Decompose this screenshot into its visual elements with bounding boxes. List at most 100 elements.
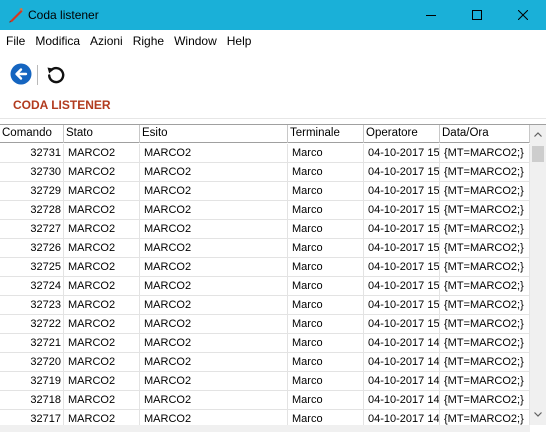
menu-righe[interactable]: Righe [133, 34, 164, 48]
menu-help[interactable]: Help [227, 34, 252, 48]
cell-operatore: 04-10-2017 15 [364, 163, 440, 182]
cell-esito: MARCO2 [140, 144, 288, 163]
table-row[interactable]: 32727 MARCO2 MARCO2 Marco 04-10-2017 15 {MT=M… [0, 220, 530, 239]
cell-terminale: Marco [288, 277, 364, 296]
header-stato[interactable]: Stato [64, 125, 140, 143]
cell-data-ora: {MT=MARCO2;} [440, 182, 530, 201]
table-row[interactable]: 32730 MARCO2 MARCO2 Marco 04-10-2017 15 {MT=M… [0, 163, 530, 182]
cell-terminale: Marco [288, 163, 364, 182]
header-data-ora[interactable]: Data/Ora [440, 125, 530, 143]
cell-data-ora: {MT=MARCO2;} [440, 296, 530, 315]
cell-comando: 32731 [0, 144, 64, 163]
toolbar [0, 51, 546, 91]
header-operatore[interactable]: Operatore [364, 125, 440, 143]
table-row[interactable]: 32724 MARCO2 MARCO2 Marco 04-10-2017 15 {MT=M… [0, 277, 530, 296]
table-row[interactable]: 32731 MARCO2 MARCO2 Marco 04-10-2017 15 {MT=M… [0, 144, 530, 163]
cell-terminale: Marco [288, 258, 364, 277]
table-row[interactable]: 32728 MARCO2 MARCO2 Marco 04-10-2017 15 {MT=M… [0, 201, 530, 220]
cell-comando: 32725 [0, 258, 64, 277]
cell-esito: MARCO2 [140, 258, 288, 277]
cell-stato: MARCO2 [64, 163, 140, 182]
app-icon [9, 8, 23, 23]
cell-terminale: Marco [288, 334, 364, 353]
cell-stato: MARCO2 [64, 334, 140, 353]
header-terminale[interactable]: Terminale [288, 125, 364, 143]
cell-operatore: 04-10-2017 15 [364, 201, 440, 220]
scroll-down-button[interactable] [530, 405, 546, 423]
table-row[interactable]: 32720 MARCO2 MARCO2 Marco 04-10-2017 14 {MT=M… [0, 353, 530, 372]
cell-data-ora: {MT=MARCO2;} [440, 372, 530, 391]
menu-azioni[interactable]: Azioni [90, 34, 123, 48]
cell-data-ora: {MT=MARCO2;} [440, 315, 530, 334]
cell-operatore: 04-10-2017 15 [364, 220, 440, 239]
cell-stato: MARCO2 [64, 315, 140, 334]
vertical-scrollbar[interactable] [530, 125, 546, 425]
cell-terminale: Marco [288, 220, 364, 239]
cell-operatore: 04-10-2017 14 [364, 372, 440, 391]
cell-data-ora: {MT=MARCO2;} [440, 353, 530, 372]
table-row[interactable]: 32719 MARCO2 MARCO2 Marco 04-10-2017 14 {MT=M… [0, 372, 530, 391]
cell-stato: MARCO2 [64, 372, 140, 391]
refresh-icon[interactable] [45, 63, 67, 85]
cell-esito: MARCO2 [140, 315, 288, 334]
table-row[interactable]: 32726 MARCO2 MARCO2 Marco 04-10-2017 15 {MT=M… [0, 239, 530, 258]
close-icon [518, 10, 528, 20]
cell-operatore: 04-10-2017 14 [364, 334, 440, 353]
cell-stato: MARCO2 [64, 277, 140, 296]
scroll-up-button[interactable] [530, 125, 546, 143]
cell-stato: MARCO2 [64, 353, 140, 372]
maximize-button[interactable] [454, 0, 500, 30]
menu-modifica[interactable]: Modifica [35, 34, 80, 48]
cell-operatore: 04-10-2017 15 [364, 182, 440, 201]
cell-operatore: 04-10-2017 15 [364, 296, 440, 315]
cell-comando: 32724 [0, 277, 64, 296]
cell-terminale: Marco [288, 182, 364, 201]
table-row[interactable]: 32723 MARCO2 MARCO2 Marco 04-10-2017 15 {MT=M… [0, 296, 530, 315]
table-header: Comando Stato Esito Terminale Operatore … [0, 125, 530, 143]
cell-terminale: Marco [288, 239, 364, 258]
table-body: 32731 MARCO2 MARCO2 Marco 04-10-2017 15 {MT=M… [0, 144, 530, 429]
cell-terminale: Marco [288, 296, 364, 315]
cell-stato: MARCO2 [64, 182, 140, 201]
cell-esito: MARCO2 [140, 220, 288, 239]
cell-terminale: Marco [288, 315, 364, 334]
header-comando[interactable]: Comando [0, 125, 64, 143]
cell-comando: 32722 [0, 315, 64, 334]
menu-window[interactable]: Window [174, 34, 217, 48]
cell-data-ora: {MT=MARCO2;} [440, 239, 530, 258]
section-title: CODA LISTENER [13, 98, 111, 112]
cell-stato: MARCO2 [64, 220, 140, 239]
cell-data-ora: {MT=MARCO2;} [440, 391, 530, 410]
header-esito[interactable]: Esito [140, 125, 288, 143]
minimize-button[interactable] [408, 0, 454, 30]
cell-esito: MARCO2 [140, 391, 288, 410]
table-row[interactable]: 32722 MARCO2 MARCO2 Marco 04-10-2017 15 {MT=M… [0, 315, 530, 334]
scroll-thumb[interactable] [532, 146, 544, 162]
menu-bar: File Modifica Azioni Righe Window Help [0, 30, 546, 51]
cell-comando: 32718 [0, 391, 64, 410]
cell-stato: MARCO2 [64, 239, 140, 258]
cell-comando: 32720 [0, 353, 64, 372]
cell-esito: MARCO2 [140, 277, 288, 296]
cell-data-ora: {MT=MARCO2;} [440, 144, 530, 163]
cell-stato: MARCO2 [64, 258, 140, 277]
cell-comando: 32721 [0, 334, 64, 353]
cell-operatore: 04-10-2017 14 [364, 353, 440, 372]
cell-data-ora: {MT=MARCO2;} [440, 277, 530, 296]
back-arrow-circle-icon[interactable] [10, 63, 32, 85]
cell-comando: 32726 [0, 239, 64, 258]
close-button[interactable] [500, 0, 546, 30]
cell-stato: MARCO2 [64, 296, 140, 315]
cell-esito: MARCO2 [140, 334, 288, 353]
cell-comando: 32730 [0, 163, 64, 182]
horizontal-scrollbar[interactable] [0, 425, 530, 432]
cell-esito: MARCO2 [140, 372, 288, 391]
table-row[interactable]: 32718 MARCO2 MARCO2 Marco 04-10-2017 14 {MT=M… [0, 391, 530, 410]
cell-data-ora: {MT=MARCO2;} [440, 163, 530, 182]
listener-table[interactable]: Comando Stato Esito Terminale Operatore … [0, 124, 546, 432]
table-row[interactable]: 32725 MARCO2 MARCO2 Marco 04-10-2017 15 {MT=M… [0, 258, 530, 277]
cell-operatore: 04-10-2017 15 [364, 258, 440, 277]
table-row[interactable]: 32729 MARCO2 MARCO2 Marco 04-10-2017 15 {MT=M… [0, 182, 530, 201]
table-row[interactable]: 32721 MARCO2 MARCO2 Marco 04-10-2017 14 {MT=M… [0, 334, 530, 353]
menu-file[interactable]: File [6, 34, 25, 48]
